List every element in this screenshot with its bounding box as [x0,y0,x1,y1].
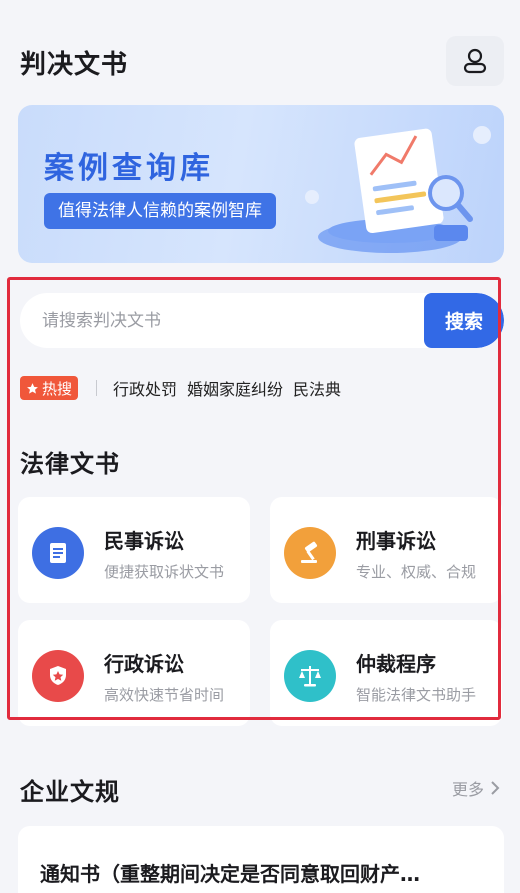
hot-search-badge: 热搜 [20,376,79,400]
gavel-icon [284,527,336,579]
card-administrative-litigation[interactable]: 行政诉讼 高效快速节省时间 [18,620,250,726]
document-icon [32,527,84,579]
card-desc: 便捷获取诉状文书 [104,563,225,581]
card-criminal-litigation[interactable]: 刑事诉讼 专业、权威、合规 [270,497,502,603]
hot-badge-label: 热搜 [42,379,73,398]
banner-subtitle: 值得法律人信赖的案例智库 [44,193,276,229]
user-icon [463,48,487,74]
divider [96,380,98,396]
notice-title: 通知书（重整期间决定是否同意取回财产… [40,862,420,886]
more-link[interactable]: 更多 [452,776,500,800]
card-title: 民事诉讼 [104,529,184,553]
user-button[interactable] [446,36,504,86]
case-library-banner[interactable]: 案例查询库 值得法律人信赖的案例智库 [18,105,504,263]
more-label: 更多 [452,780,485,799]
scales-icon [284,650,336,702]
search-button[interactable]: 搜索 [424,293,504,348]
hot-term[interactable]: 婚姻家庭纠纷 [187,376,283,400]
shield-star-icon [32,650,84,702]
card-title: 行政诉讼 [104,652,184,676]
document-chart-illustration-icon [305,126,491,253]
card-desc: 专业、权威、合规 [356,563,477,581]
hot-term[interactable]: 行政处罚 [113,376,177,400]
star-icon [27,382,38,394]
section-title-enterprise: 企业文规 [20,778,120,806]
card-title: 刑事诉讼 [356,529,436,553]
card-civil-litigation[interactable]: 民事诉讼 便捷获取诉状文书 [18,497,250,603]
list-item[interactable]: 通知书（重整期间决定是否同意取回财产… [18,826,504,893]
card-title: 仲裁程序 [356,652,436,676]
card-arbitration[interactable]: 仲裁程序 智能法律文书助手 [270,620,502,726]
section-title-legal-docs: 法律文书 [20,450,120,478]
card-desc: 智能法律文书助手 [356,686,477,704]
search-bar: 搜索 [20,293,504,348]
header: 判决文书 [0,0,520,100]
chevron-right-icon [491,781,500,795]
card-desc: 高效快速节省时间 [104,686,225,704]
hot-search-row: 热搜 行政处罚 婚姻家庭纠纷 民法典 [20,376,351,400]
hot-term[interactable]: 民法典 [293,376,341,400]
search-input[interactable] [20,293,424,348]
page-title: 判决文书 [20,50,129,80]
banner-title: 案例查询库 [44,151,214,186]
